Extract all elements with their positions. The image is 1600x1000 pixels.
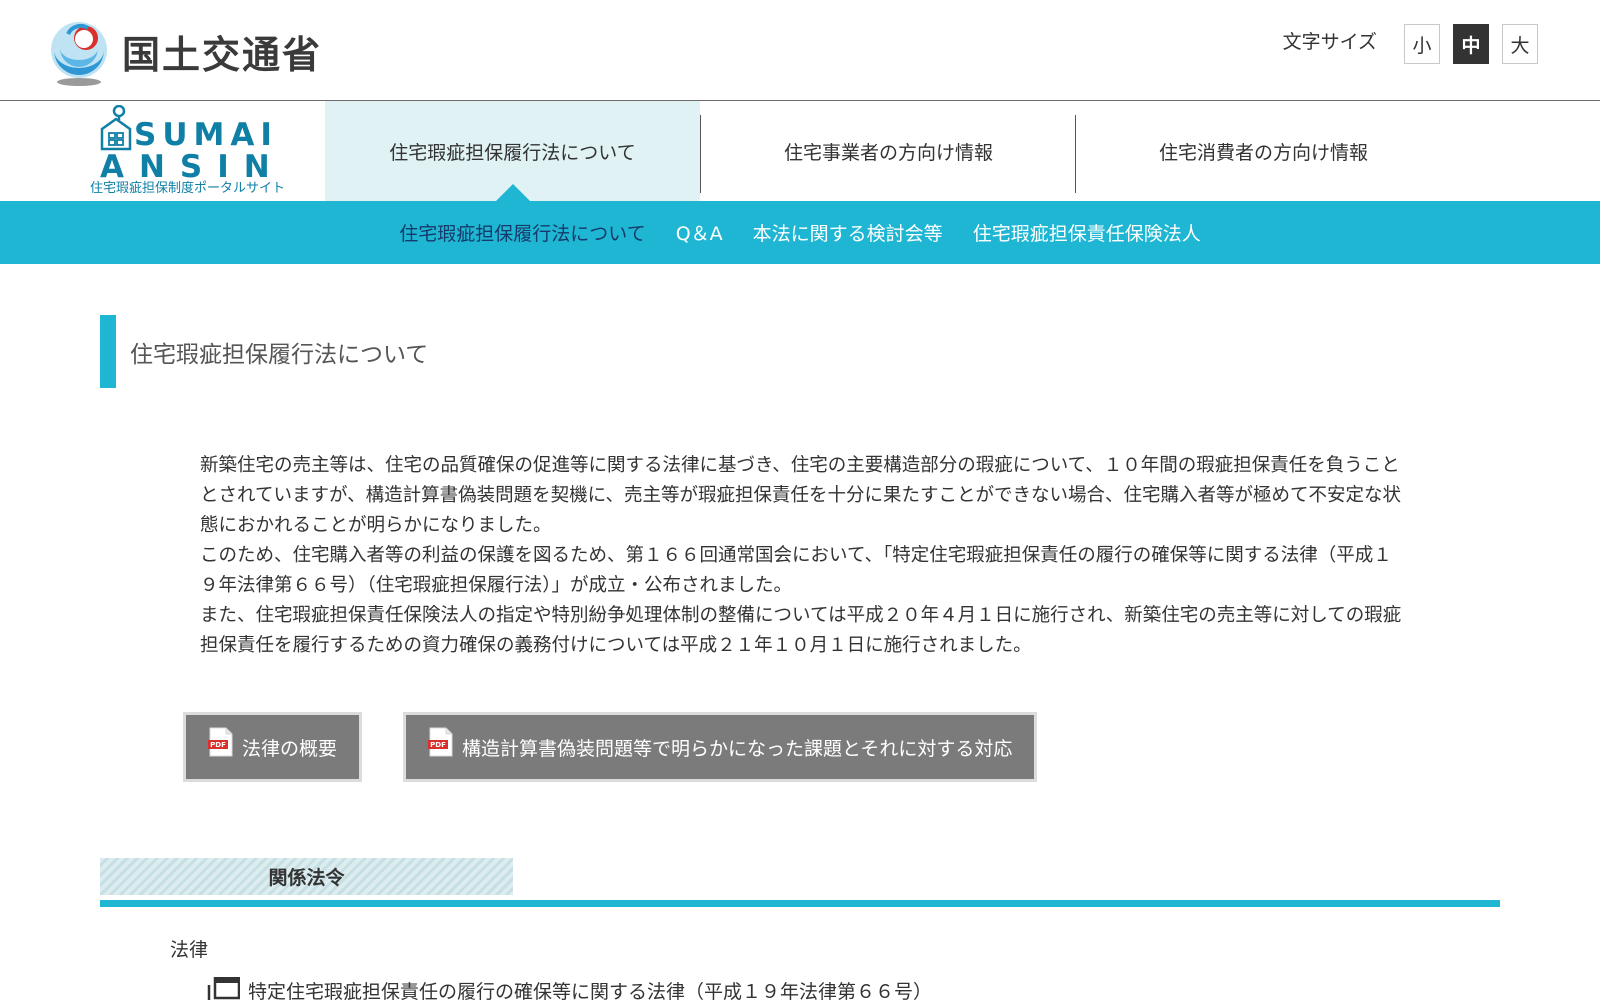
- house-pin-icon: [100, 105, 132, 151]
- pdf-button-label: 構造計算書偽装問題等で明らかになった課題とそれに対する対応: [462, 737, 1013, 760]
- pdf-button-label: 法律の概要: [242, 737, 338, 760]
- font-size-large-button[interactable]: 大: [1502, 24, 1538, 64]
- sumai-ansin-logo[interactable]: SUMAI ANSIN 住宅瑕疵担保制度ポータルサイト: [88, 105, 298, 197]
- font-size-medium-button[interactable]: 中: [1453, 24, 1489, 64]
- subnav-item-qa[interactable]: Q＆A: [676, 219, 723, 246]
- mlit-emblem-icon: [51, 22, 107, 86]
- logo-line-sumai: SUMAI: [134, 117, 278, 153]
- ministry-name: 国土交通省: [122, 32, 323, 77]
- section-heading-label: 関係法令: [268, 867, 345, 889]
- intro-text: 新築住宅の売主等は、住宅の品質確保の促進等に関する法律に基づき、住宅の主要構造部…: [200, 451, 1405, 661]
- intro-paragraph: このため、住宅購入者等の利益の保護を図るため、第１６６回通常国会において、「特定…: [200, 545, 1392, 596]
- subnav-item-law-overview[interactable]: 住宅瑕疵担保履行法について: [399, 219, 645, 246]
- nav-tab-label: 住宅瑕疵担保履行法について: [389, 141, 636, 164]
- law-link-text[interactable]: 特定住宅瑕疵担保責任の履行の確保等に関する法律（平成１９年法律第６６号）: [248, 977, 932, 1000]
- page-title: 住宅瑕疵担保履行法について: [130, 341, 429, 368]
- svg-text:PDF: PDF: [430, 741, 446, 749]
- active-tab-arrow: [495, 184, 530, 201]
- nav-tab-law-overview[interactable]: 住宅瑕疵担保履行法について: [325, 101, 700, 201]
- nav-tab-business-info[interactable]: 住宅事業者の方向け情報: [701, 101, 1076, 201]
- subnav-item-study-group[interactable]: 本法に関する検討会等: [753, 219, 943, 246]
- law-summary-pdf-button[interactable]: PDF 法律の概要: [183, 712, 363, 782]
- new-window-icon: [207, 977, 240, 1000]
- pdf-icon: PDF: [428, 727, 453, 757]
- site-header: 国土交通省 文字サイズ 小 中 大: [0, 0, 1600, 101]
- nav-tab-label: 住宅事業者の方向け情報: [783, 141, 993, 164]
- intro-paragraph: また、住宅瑕疵担保責任保険法人の指定や特別紛争処理体制の整備については平成２０年…: [200, 605, 1402, 656]
- font-size-small-button[interactable]: 小: [1404, 24, 1440, 64]
- intro-paragraph: 新築住宅の売主等は、住宅の品質確保の促進等に関する法律に基づき、住宅の主要構造部…: [200, 455, 1402, 536]
- law-category-label: 法律: [170, 939, 209, 961]
- font-size-switcher: 文字サイズ 小 中 大: [1283, 24, 1538, 64]
- subnav-item-insurance-corp[interactable]: 住宅瑕疵担保責任保険法人: [973, 219, 1201, 246]
- logo-subtitle: 住宅瑕疵担保制度ポータルサイト: [90, 181, 286, 196]
- title-accent-bar: [100, 315, 116, 388]
- section-divider: [100, 900, 1500, 907]
- law-link-item[interactable]: 特定住宅瑕疵担保責任の履行の確保等に関する法律（平成１９年法律第６６号）: [206, 977, 932, 1000]
- svg-text:PDF: PDF: [210, 741, 226, 749]
- section-heading: 関係法令: [100, 858, 513, 895]
- mlit-logo[interactable]: 国土交通省: [48, 20, 322, 92]
- sub-nav: 住宅瑕疵担保履行法について Q＆A 本法に関する検討会等 住宅瑕疵担保責任保険法…: [0, 201, 1600, 264]
- main-nav: SUMAI ANSIN 住宅瑕疵担保制度ポータルサイト 住宅瑕疵担保履行法につい…: [0, 101, 1600, 201]
- pdf-icon: PDF: [208, 727, 233, 757]
- nav-tab-label: 住宅消費者の方向け情報: [1158, 141, 1368, 164]
- issues-response-pdf-button[interactable]: PDF 構造計算書偽装問題等で明らかになった課題とそれに対する対応: [403, 712, 1038, 782]
- page-title-block: 住宅瑕疵担保履行法について: [100, 315, 428, 388]
- nav-tab-consumer-info[interactable]: 住宅消費者の方向け情報: [1076, 101, 1451, 201]
- font-size-label: 文字サイズ: [1282, 30, 1377, 53]
